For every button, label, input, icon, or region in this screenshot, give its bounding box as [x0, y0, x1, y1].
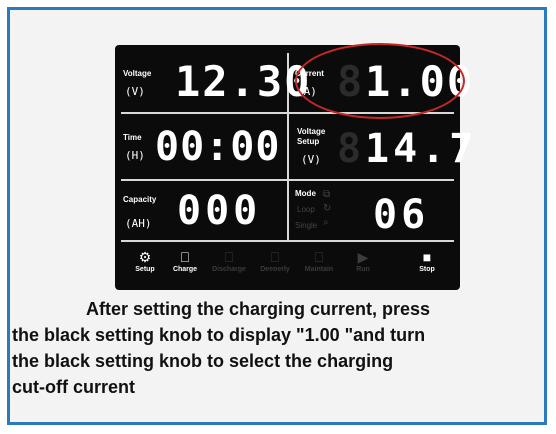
mode-label: Mode [295, 189, 316, 198]
run-button[interactable]: ▶ Run [343, 248, 383, 273]
current-highlight-ellipse [295, 43, 465, 119]
lcd-divider-row2 [121, 179, 454, 181]
battery-discharge-icon: ⎕ [224, 249, 234, 265]
discharge-button[interactable]: ⎕ Discharge [209, 248, 249, 273]
instruction-caption: After setting the charging current, pres… [12, 296, 552, 400]
lcd-divider-row3 [121, 240, 454, 242]
voltage-setup-label-line1: Voltage [297, 127, 326, 136]
time-label: Time [123, 133, 142, 142]
setup-button[interactable]: ⚙ Setup [125, 248, 165, 273]
caption-line-1: After setting the charging current, pres… [86, 299, 431, 319]
run-button-label: Run [356, 266, 370, 273]
deeoerly-button-label: Deeoerly [260, 266, 290, 273]
stop-icon: ■ [422, 249, 432, 265]
battery-detect-icon: ⎕ [314, 249, 324, 265]
loop-icon: ↻ [323, 203, 332, 214]
battery-maintain-icon: ⎕ [270, 249, 280, 265]
charge-button[interactable]: ⎕ Charge [165, 248, 205, 273]
mode-loop-label: Loop [297, 205, 315, 214]
search-icon: ⌕ [323, 217, 329, 228]
battery-charge-icon: ⎕ [180, 249, 190, 265]
caption-line-3: the black setting knob to select the cha… [12, 351, 394, 371]
mode-readout: 06 [373, 192, 430, 238]
caption-line-2: the black setting knob to display "1.00 … [12, 325, 426, 345]
time-readout: 00:00 [155, 124, 281, 170]
discharge-button-label: Discharge [212, 266, 246, 273]
voltage-setup-readout: 14.7 [365, 126, 478, 172]
maintain-button-label: Maintain [304, 266, 334, 273]
voltage-setup-unit: (V) [301, 153, 321, 166]
time-unit: (H) [125, 149, 145, 162]
setup-button-label: Setup [135, 266, 155, 273]
stop-button[interactable]: ■ Stop [407, 248, 447, 273]
voltage-setup-ghost-digit: 8 [337, 126, 362, 172]
capacity-label: Capacity [123, 195, 157, 204]
mode-single-label: Single [295, 221, 318, 230]
charge-button-label: Charge [172, 266, 198, 273]
voltage-readout: 12.30 [175, 57, 312, 106]
stop-button-label: Stop [419, 266, 435, 273]
gear-icon: ⚙ [138, 249, 152, 265]
caption-line-4: cut-off current [12, 377, 135, 397]
deeoerly-button[interactable]: ⎕ Deeoerly [255, 248, 295, 273]
capacity-readout: 000 [177, 188, 262, 234]
voltage-setup-label-line2: Setup [297, 137, 320, 146]
copy-icon: ⧉ [323, 189, 331, 200]
maintain-button[interactable]: ⎕ Maintain [299, 248, 339, 273]
play-icon: ▶ [357, 249, 369, 265]
capacity-unit: (AH) [125, 217, 152, 230]
voltage-unit: (V) [125, 85, 145, 98]
voltage-label: Voltage [123, 69, 152, 78]
